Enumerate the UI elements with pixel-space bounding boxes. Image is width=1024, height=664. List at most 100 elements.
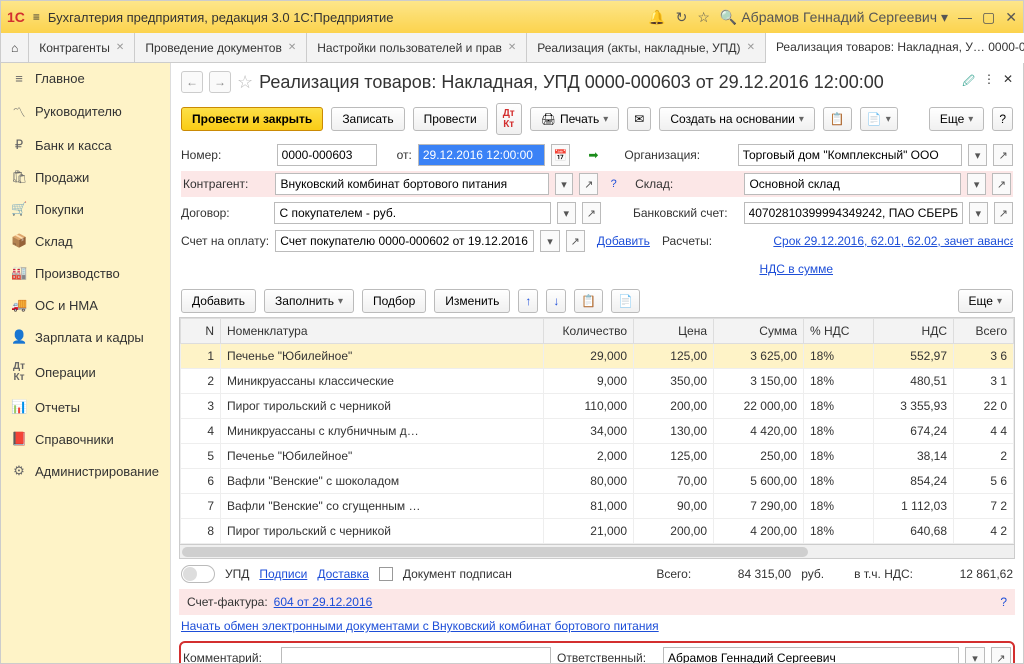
col-qty[interactable]: Количество xyxy=(544,319,634,344)
minimize-icon[interactable]: — xyxy=(958,9,972,25)
select-button[interactable]: Подбор xyxy=(362,289,426,313)
doc-signed-checkbox[interactable] xyxy=(379,567,393,581)
warehouse-input[interactable] xyxy=(744,173,961,195)
sidebar-item-admin[interactable]: ⚙Администрирование xyxy=(1,455,170,487)
sidebar-item-main[interactable]: ≡Главное xyxy=(1,63,170,94)
close-icon[interactable]: ✕ xyxy=(288,42,296,53)
open-icon[interactable]: ↗ xyxy=(582,202,601,224)
change-button[interactable]: Изменить xyxy=(434,289,510,313)
sidebar-item-manager[interactable]: 〽Руководителю xyxy=(1,94,170,129)
attach-button[interactable]: 📋 xyxy=(823,107,852,131)
sidebar-item-salary[interactable]: 👤Зарплата и кадры xyxy=(1,321,170,353)
dropdown-icon[interactable]: ▾ xyxy=(555,173,574,195)
print-button[interactable]: 🖨 Печать xyxy=(530,107,620,131)
write-button[interactable]: Записать xyxy=(331,107,404,131)
open-icon[interactable]: ↗ xyxy=(993,144,1013,166)
table-row[interactable]: 2Миникруассаны классические9,000350,003 … xyxy=(181,369,1014,394)
tab-home[interactable]: ⌂ xyxy=(1,33,29,62)
close-icon[interactable]: ✕ xyxy=(747,42,755,53)
bank-input[interactable] xyxy=(744,202,963,224)
sidebar-item-bank[interactable]: ₽Банк и касса xyxy=(1,129,170,161)
col-item[interactable]: Номенклатура xyxy=(221,319,544,344)
close-icon[interactable]: ✕ xyxy=(508,42,516,53)
delivery-link[interactable]: Доставка xyxy=(317,567,369,581)
tab-sales-list[interactable]: Реализация (акты, накладные, УПД)✕ xyxy=(527,33,766,62)
move-down-button[interactable]: ↓ xyxy=(546,289,566,313)
comment-input[interactable] xyxy=(281,647,551,663)
bell-icon[interactable]: 🔔 xyxy=(648,9,665,26)
open-icon[interactable]: ↗ xyxy=(579,173,598,195)
table-row[interactable]: 8Пирог тирольский с черникой21,000200,00… xyxy=(181,519,1014,544)
help-icon[interactable]: ? xyxy=(1000,595,1007,609)
tab-sales-doc[interactable]: Реализация товаров: Накладная, У… 0000-0… xyxy=(766,33,1024,63)
tab-counterparties[interactable]: Контрагенты✕ xyxy=(29,33,135,62)
open-icon[interactable]: ↗ xyxy=(992,173,1011,195)
table-more-button[interactable]: Еще xyxy=(958,289,1013,313)
calc-link[interactable]: Срок 29.12.2016, 62.01, 62.02, зачет ава… xyxy=(773,234,1013,248)
status-arrow-icon[interactable]: ➡ xyxy=(588,148,598,162)
responsible-input[interactable] xyxy=(663,647,959,663)
maximize-icon[interactable]: ▢ xyxy=(982,9,995,26)
upd-toggle[interactable] xyxy=(181,565,215,583)
dropdown-icon[interactable]: ▾ xyxy=(557,202,576,224)
star-icon[interactable]: ☆ xyxy=(697,9,710,26)
number-input[interactable] xyxy=(277,144,377,166)
open-icon[interactable]: ↗ xyxy=(991,647,1011,663)
table-row[interactable]: 4Миникруассаны с клубничным д…34,000130,… xyxy=(181,419,1014,444)
post-and-close-button[interactable]: Провести и закрыть xyxy=(181,107,323,131)
post-button[interactable]: Провести xyxy=(413,107,488,131)
add-invoice-link[interactable]: Добавить xyxy=(597,234,650,248)
close-icon[interactable]: ✕ xyxy=(116,42,124,53)
counterparty-input[interactable] xyxy=(275,173,548,195)
col-vatp[interactable]: % НДС xyxy=(804,319,874,344)
sidebar-item-catalogs[interactable]: 📕Справочники xyxy=(1,423,170,455)
back-button[interactable]: ← xyxy=(181,71,203,93)
edo-link[interactable]: Начать обмен электронными документами с … xyxy=(181,619,659,633)
dropdown-icon[interactable]: ▾ xyxy=(968,144,988,166)
horizontal-scrollbar[interactable] xyxy=(180,544,1014,558)
sidebar-item-production[interactable]: 🏭Производство xyxy=(1,257,170,289)
create-based-button[interactable]: Создать на основании xyxy=(659,107,815,131)
sidebar-item-operations[interactable]: ДтКтОперации xyxy=(1,353,170,391)
user-menu[interactable]: 🔍 Абрамов Геннадий Сергеевич ▾ xyxy=(720,9,948,26)
date-input[interactable]: 29.12.2016 12:00:00 xyxy=(418,144,545,166)
edo-button[interactable]: 📄 xyxy=(860,107,898,131)
help-icon[interactable]: ? xyxy=(604,173,623,195)
open-icon[interactable]: ↗ xyxy=(994,202,1013,224)
invoice-link[interactable]: 604 от 29.12.2016 xyxy=(274,595,373,609)
signatures-link[interactable]: Подписи xyxy=(259,567,307,581)
col-n[interactable]: N xyxy=(181,319,221,344)
dropdown-icon[interactable]: ▾ xyxy=(969,202,988,224)
link-icon[interactable]: 🖉 xyxy=(962,72,975,93)
sidebar-item-reports[interactable]: 📊Отчеты xyxy=(1,391,170,423)
history-icon[interactable]: ↻ xyxy=(676,9,688,26)
table-row[interactable]: 5Печенье "Юбилейное"2,000125,00250,0018%… xyxy=(181,444,1014,469)
move-up-button[interactable]: ↑ xyxy=(518,289,538,313)
close-icon[interactable]: ✕ xyxy=(1003,72,1013,93)
forward-button[interactable]: → xyxy=(209,71,231,93)
dropdown-icon[interactable]: ▾ xyxy=(967,173,986,195)
sidebar-item-warehouse[interactable]: 📦Склад xyxy=(1,225,170,257)
table-row[interactable]: 7Вафли "Венские" со сгущенным …81,00090,… xyxy=(181,494,1014,519)
paste-button[interactable]: 📄 xyxy=(611,289,640,313)
kebab-icon[interactable]: ⋮ xyxy=(983,72,995,93)
sidebar-item-fixedassets[interactable]: 🚚ОС и НМА xyxy=(1,289,170,321)
open-icon[interactable]: ↗ xyxy=(566,230,585,252)
email-button[interactable]: ✉ xyxy=(627,107,651,131)
close-icon[interactable]: ✕ xyxy=(1005,9,1017,26)
table-row[interactable]: 3Пирог тирольский с черникой110,000200,0… xyxy=(181,394,1014,419)
org-input[interactable] xyxy=(738,144,962,166)
copy-button[interactable]: 📋 xyxy=(574,289,603,313)
favorite-icon[interactable]: ☆ xyxy=(237,72,253,93)
tab-user-settings[interactable]: Настройки пользователей и прав✕ xyxy=(307,33,527,62)
table-row[interactable]: 6Вафли "Венские" с шоколадом80,00070,005… xyxy=(181,469,1014,494)
fill-button[interactable]: Заполнить xyxy=(264,289,354,313)
col-price[interactable]: Цена xyxy=(634,319,714,344)
sidebar-item-sales[interactable]: 🛍Продажи xyxy=(1,161,170,193)
tab-posting[interactable]: Проведение документов✕ xyxy=(135,33,307,62)
col-sum[interactable]: Сумма xyxy=(714,319,804,344)
sidebar-item-purchases[interactable]: 🛒Покупки xyxy=(1,193,170,225)
invoice-for-input[interactable] xyxy=(275,230,534,252)
col-total[interactable]: Всего xyxy=(954,319,1014,344)
dt-kt-button[interactable]: ДтКт xyxy=(496,103,522,135)
